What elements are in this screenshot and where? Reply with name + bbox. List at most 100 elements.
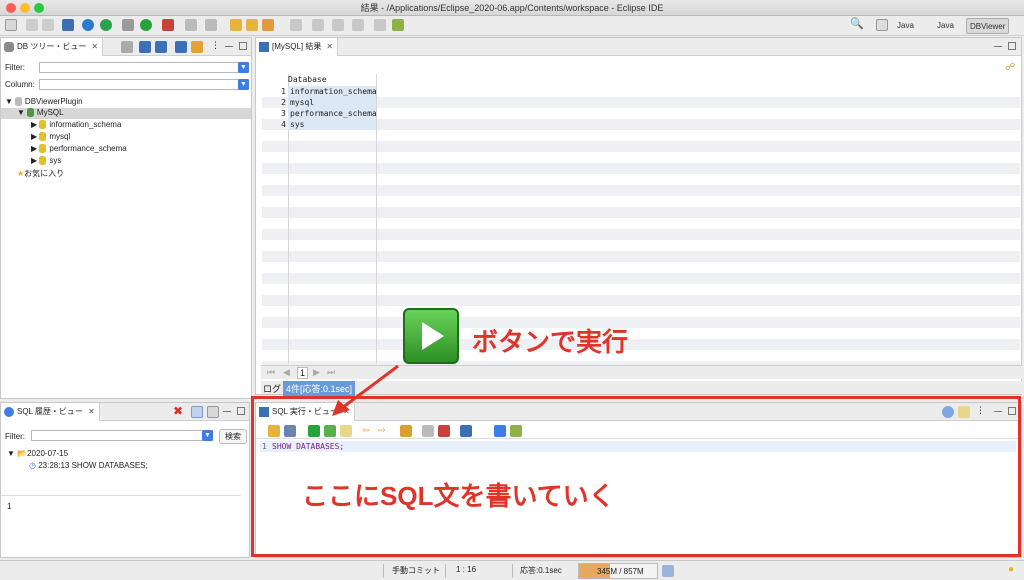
history-date-node[interactable]: ▼ 📂2020-07-15 [7, 449, 68, 458]
column-header-database[interactable]: Database [288, 75, 327, 84]
filter-combo[interactable]: ▼ [39, 62, 249, 73]
collapse-icon[interactable] [175, 41, 187, 53]
maximize-icon[interactable] [239, 42, 247, 50]
trash-icon[interactable] [662, 565, 674, 577]
settings-icon[interactable] [82, 19, 94, 31]
db-tree-view: DB ツリー・ビュー ✕ ⋮ Filter: ▼ Column: ▼ ▼ DBVie… [0, 37, 252, 399]
minimize-window-button[interactable] [20, 3, 30, 13]
db-tree-tabbar: DB ツリー・ビュー ✕ ⋮ [1, 38, 251, 56]
minimize-icon[interactable] [994, 42, 1002, 47]
perspective-java-1[interactable]: Java [894, 18, 917, 34]
column-combo[interactable]: ▼ [39, 79, 249, 90]
link-results-icon[interactable]: ☍ [1005, 62, 1015, 73]
tree-schema-information[interactable]: ▶ information_schema [31, 120, 121, 130]
database-connected-icon [26, 108, 34, 118]
tab-sql-history[interactable]: SQL 履歴・ビュー ✕ [1, 403, 100, 421]
list-view-icon[interactable] [191, 406, 203, 418]
open-perspective-button-icon[interactable] [876, 19, 888, 31]
connect-icon[interactable] [121, 41, 133, 53]
run-button-enlarged-icon [403, 308, 459, 364]
history-entry[interactable]: ◷ 23:28:13 SHOW DATABASES; [29, 461, 148, 470]
tab-result[interactable]: [MySQL] 結果 ✕ [256, 38, 339, 56]
tools-icon[interactable] [205, 19, 217, 31]
close-icon[interactable]: ✕ [88, 407, 95, 416]
delete-icon[interactable]: ✖ [173, 404, 183, 418]
save-icon[interactable] [26, 19, 38, 31]
tree-root[interactable]: ▼ DBViewerPlugin [5, 97, 83, 107]
memory-meter[interactable]: 345M / 857M [578, 563, 658, 579]
annotation-icon[interactable] [290, 19, 302, 31]
close-icon[interactable]: ✕ [326, 42, 333, 51]
schema-icon [39, 132, 47, 142]
tree-schema-mysql[interactable]: ▶ mysql [31, 132, 70, 142]
minimize-icon[interactable] [225, 42, 233, 47]
terminal-icon[interactable] [62, 19, 74, 31]
import-icon[interactable] [139, 41, 151, 53]
new-icon[interactable] [5, 19, 17, 31]
history-filter-combo[interactable]: ▼ [31, 430, 213, 441]
schema-icon [39, 144, 47, 154]
tree-schema-sys[interactable]: ▶ sys [31, 156, 61, 166]
chevron-down-icon[interactable]: ▼ [238, 62, 249, 73]
open-folder-icon[interactable] [246, 19, 258, 31]
schema-icon [39, 120, 47, 130]
chevron-down-icon[interactable]: ▼ [202, 430, 213, 441]
back-icon[interactable] [332, 19, 344, 31]
open-type-icon[interactable] [230, 19, 242, 31]
table-cell[interactable]: information_schema [288, 86, 377, 97]
database-icon [4, 42, 14, 52]
folder-icon: 📂 [17, 449, 28, 458]
pin-icon[interactable] [374, 19, 386, 31]
run-icon[interactable] [140, 19, 152, 31]
response-time: 応答:0.1sec [520, 566, 562, 575]
row-number: 3 [281, 109, 286, 118]
skip-icon[interactable] [100, 19, 112, 31]
maximize-icon[interactable] [1008, 42, 1016, 50]
row-number: 4 [281, 120, 286, 129]
next-page-icon[interactable]: ▶ [313, 367, 320, 378]
coverage-icon[interactable] [185, 19, 197, 31]
search-icon[interactable]: 🔍 [850, 17, 864, 30]
history-filter-label: Filter: [5, 432, 25, 441]
page-number[interactable]: 1 [297, 367, 309, 379]
run-external-icon[interactable] [162, 19, 174, 31]
link-icon[interactable] [191, 41, 203, 53]
table-cell[interactable]: mysql [288, 97, 376, 108]
save-all-icon[interactable] [42, 19, 54, 31]
forward-icon[interactable] [352, 19, 364, 31]
first-page-icon[interactable]: ⏮ [267, 367, 275, 378]
lightbulb-icon[interactable]: ● [1008, 564, 1014, 575]
prev-page-icon[interactable]: ◀ [283, 367, 290, 378]
tree-favorites[interactable]: ★お気に入り [17, 168, 64, 179]
minimize-icon[interactable] [223, 407, 231, 412]
arrow-line [341, 364, 399, 410]
tree-connection-mysql[interactable]: ▼ MySQL [17, 108, 64, 118]
perspective-java-2[interactable]: Java [934, 18, 957, 34]
open-perspective-icon[interactable] [392, 19, 404, 31]
maximize-window-button[interactable] [34, 3, 44, 13]
table-cell[interactable]: performance_schema [288, 108, 377, 119]
close-icon[interactable]: ✕ [91, 42, 98, 51]
column-label: Column: [5, 80, 35, 89]
history-detail: 1 [1, 495, 241, 557]
next-annotation-icon[interactable] [312, 19, 324, 31]
window-title: 結果 - /Applications/Eclipse_2020-06.app/C… [360, 3, 664, 13]
perspective-dbviewer[interactable]: DBViewer [966, 18, 1010, 34]
tree-schema-performance[interactable]: ▶ performance_schema [31, 144, 127, 154]
schema-icon [39, 156, 47, 166]
grid-view-icon[interactable] [207, 406, 219, 418]
chevron-down-icon[interactable]: ▼ [238, 79, 249, 90]
editor-caption: ここにSQL文を書いていく [302, 481, 615, 511]
table-icon [259, 42, 269, 52]
table-cell[interactable]: sys [288, 119, 376, 130]
view-menu-icon[interactable]: ⋮ [211, 40, 220, 50]
search-button[interactable]: 検索 [219, 429, 247, 444]
export-icon[interactable] [155, 41, 167, 53]
debug-icon[interactable] [122, 19, 134, 31]
clock-icon: ◷ [29, 461, 36, 470]
tab-db-tree[interactable]: DB ツリー・ビュー ✕ [1, 38, 104, 56]
play-icon [422, 322, 444, 350]
close-window-button[interactable] [6, 3, 16, 13]
pencil-icon[interactable] [262, 19, 274, 31]
maximize-icon[interactable] [237, 407, 245, 415]
